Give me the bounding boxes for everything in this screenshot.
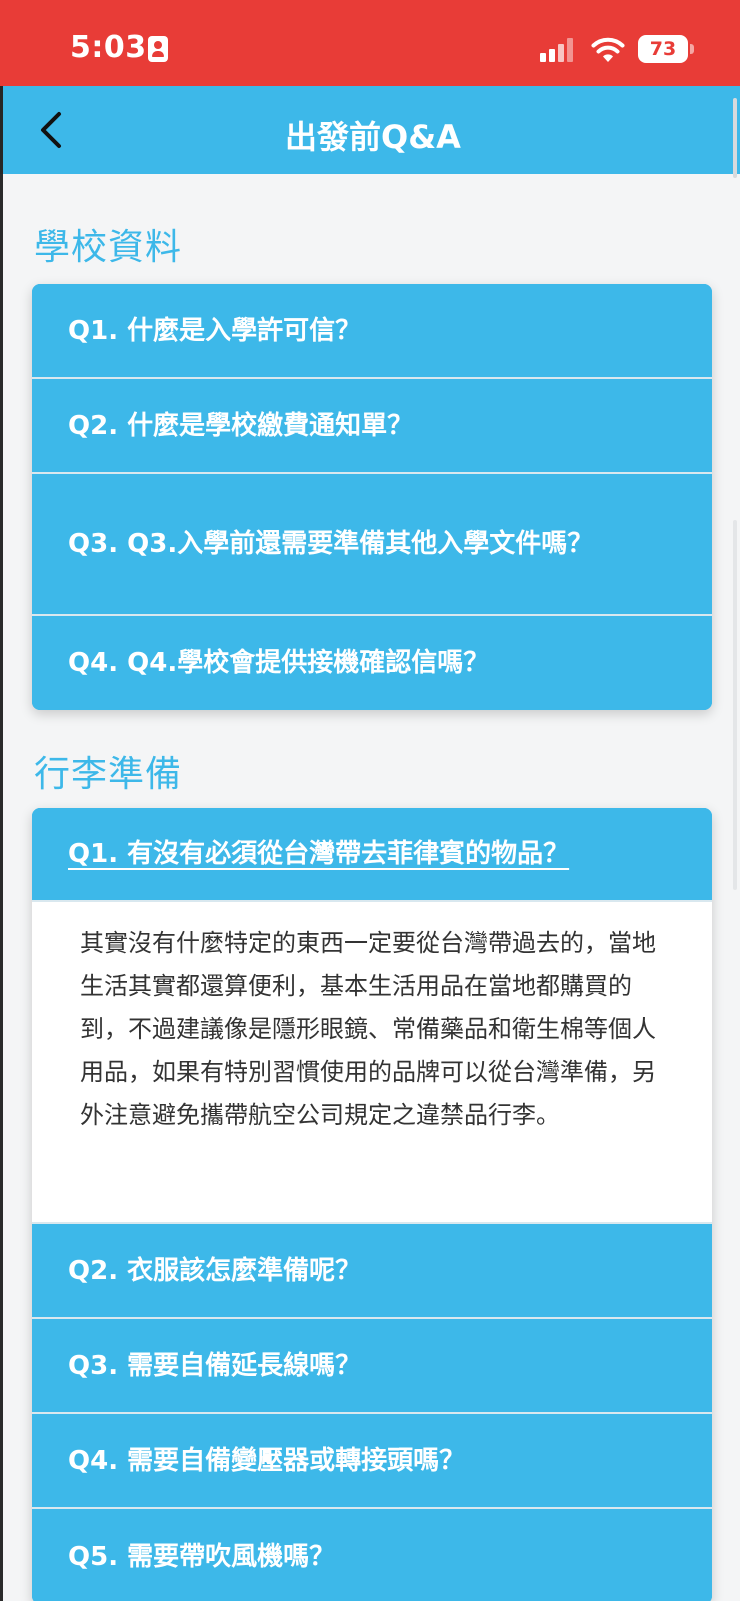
- screen-edge: [0, 174, 3, 1601]
- qa-question: Q4. Q4.學校會提供接機確認信嗎？: [68, 648, 490, 678]
- qa-question: Q1. 什麼是入學許可信？: [68, 315, 362, 346]
- person-icon: [148, 36, 168, 62]
- app-header: 出發前Q&A: [0, 86, 740, 174]
- status-bar: 5:03 73: [0, 0, 740, 86]
- qa-question: Q5. 需要帶吹風機嗎？: [68, 1541, 336, 1572]
- scrollbar-thumb[interactable]: [733, 520, 737, 890]
- qa-item[interactable]: Q4. Q4.學校會提供接機確認信嗎？: [32, 616, 712, 710]
- qa-question: Q3. 需要自備延長線嗎？: [68, 1350, 362, 1381]
- qa-answer: 其實沒有什麼特定的東西一定要從台灣帶過去的，當地生活其實都還算便利，基本生活用品…: [32, 902, 712, 1224]
- scrollbar-top[interactable]: [733, 98, 737, 178]
- qa-item[interactable]: Q3. 需要自備延長線嗎？: [32, 1319, 712, 1414]
- qa-item[interactable]: Q4. 需要自備變壓器或轉接頭嗎？: [32, 1414, 712, 1509]
- section-title-school: 學校資料: [34, 227, 183, 268]
- battery-icon: 73: [638, 35, 688, 63]
- signal-icon: [540, 38, 576, 62]
- qa-question: Q2. 什麼是學校繳費通知單？: [68, 410, 414, 441]
- qa-item[interactable]: Q3. Q3.入學前還需要準備其他入學文件嗎？: [32, 474, 712, 616]
- qa-item[interactable]: Q1. 什麼是入學許可信？: [32, 284, 712, 379]
- qa-card-luggage: Q1. 有沒有必須從台灣帶去菲律賓的物品？ 其實沒有什麼特定的東西一定要從台灣帶…: [32, 808, 712, 1601]
- wifi-icon: [591, 37, 625, 62]
- qa-item[interactable]: Q2. 衣服該怎麼準備呢？: [32, 1224, 712, 1319]
- battery-nub: [690, 44, 694, 54]
- qa-question: Q1. 有沒有必須從台灣帶去菲律賓的物品？: [68, 839, 570, 869]
- section-title-luggage: 行李準備: [34, 754, 183, 795]
- status-time: 5:03: [70, 30, 147, 65]
- qa-question: Q3. Q3.入學前還需要準備其他入學文件嗎？: [68, 529, 594, 559]
- qa-card-school: Q1. 什麼是入學許可信？ Q2. 什麼是學校繳費通知單？ Q3. Q3.入學前…: [32, 284, 712, 710]
- qa-item-expanded[interactable]: Q1. 有沒有必須從台灣帶去菲律賓的物品？: [32, 808, 712, 902]
- page-title: 出發前Q&A: [285, 118, 461, 156]
- qa-question: Q2. 衣服該怎麼準備呢？: [68, 1255, 362, 1286]
- qa-question: Q4. 需要自備變壓器或轉接頭嗎？: [68, 1445, 466, 1476]
- qa-item[interactable]: Q5. 需要帶吹風機嗎？: [32, 1509, 712, 1601]
- qa-item[interactable]: Q2. 什麼是學校繳費通知單？: [32, 379, 712, 474]
